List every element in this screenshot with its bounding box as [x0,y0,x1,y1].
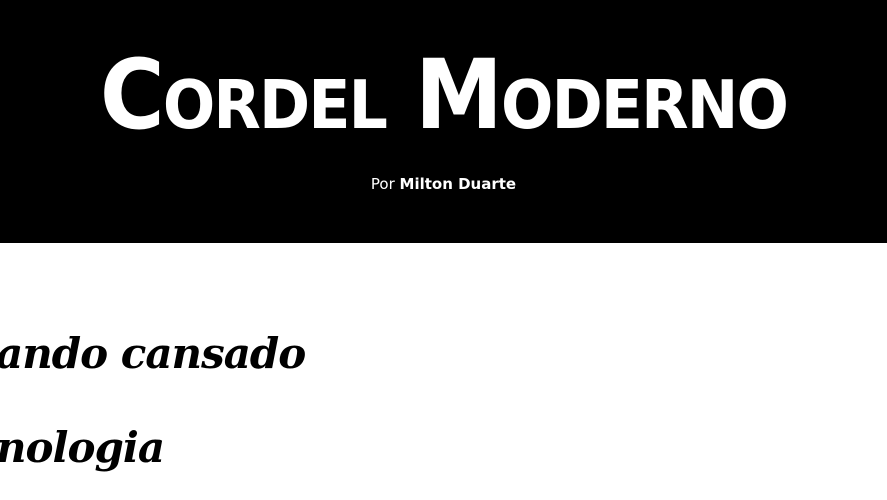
byline: Por Milton Duarte [0,173,887,195]
site-title[interactable]: Cordel Moderno [35,40,851,150]
byline-prefix: Por [370,175,395,193]
post-title-line-1[interactable]: ando cansado [0,329,306,379]
byline-author[interactable]: Milton Duarte [400,175,517,193]
main-content: ando cansado nologia [0,243,887,500]
post-title-line-2[interactable]: nologia [0,423,165,473]
site-header: Cordel Moderno Por Milton Duarte [0,0,887,243]
